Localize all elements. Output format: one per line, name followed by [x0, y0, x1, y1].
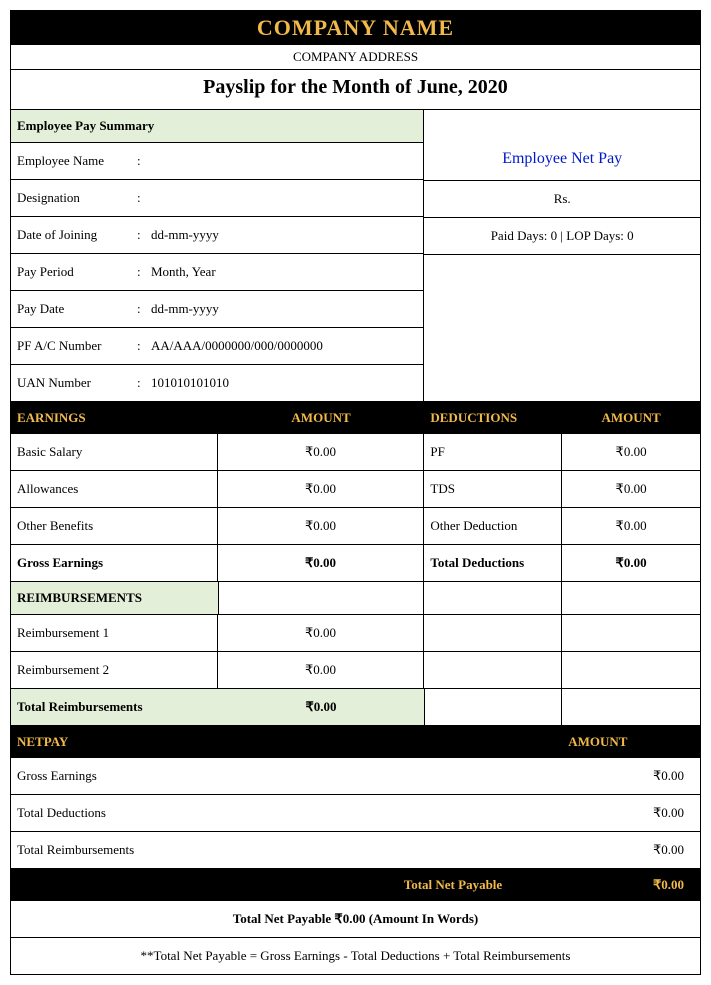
amt-pf-ded: ₹0.00 [562, 434, 700, 470]
header-earnings-amount: AMOUNT [218, 402, 425, 434]
label-other-ded: Other Deduction [424, 508, 562, 544]
amt-other-ded: ₹0.00 [562, 508, 700, 544]
amt-total-ded: ₹0.00 [562, 545, 700, 581]
row-pf: PF A/C Number : AA/AAA/0000000/000/00000… [11, 328, 423, 365]
spacer [424, 255, 700, 401]
row-reimb2: Reimbursement 2 ₹0.00 [11, 652, 700, 689]
label-employee-name: Employee Name [17, 153, 137, 169]
np-label-gross: Gross Earnings [11, 758, 562, 794]
header-netpay: NETPAY [11, 726, 562, 758]
amt-gross: ₹0.00 [218, 545, 425, 581]
row-other: Other Benefits ₹0.00 Other Deduction ₹0.… [11, 508, 700, 545]
row-reimb1: Reimbursement 1 ₹0.00 [11, 615, 700, 652]
header-reimb: REIMBURSEMENTS [11, 582, 218, 614]
row-uan: UAN Number : 101010101010 [11, 365, 423, 401]
label-tds: TDS [424, 471, 562, 507]
label-paydate: Pay Date [17, 301, 137, 317]
label-reimb1: Reimbursement 1 [11, 615, 218, 651]
label-reimb2: Reimbursement 2 [11, 652, 218, 688]
np-row-gross: Gross Earnings ₹0.00 [11, 758, 700, 795]
amt-basic: ₹0.00 [218, 434, 425, 470]
company-address: COMPANY ADDRESS [11, 45, 700, 70]
formula: **Total Net Payable = Gross Earnings - T… [11, 938, 700, 974]
value-doj: dd-mm-yyyy [151, 227, 219, 243]
label-designation: Designation [17, 190, 137, 206]
row-period: Pay Period : Month, Year [11, 254, 423, 291]
label-allow: Allowances [11, 471, 218, 507]
row-allow-tds: Allowances ₹0.00 TDS ₹0.00 [11, 471, 700, 508]
header-deductions-amount: AMOUNT [562, 402, 700, 434]
amt-reimb2: ₹0.00 [218, 652, 425, 688]
label-basic: Basic Salary [11, 434, 218, 470]
payslip-title: Payslip for the Month of June, 2020 [11, 70, 700, 110]
value-uan: 101010101010 [151, 375, 229, 391]
netpay-amount: Rs. [424, 181, 700, 218]
amt-tds: ₹0.00 [562, 471, 700, 507]
label-total-ded: Total Deductions [424, 545, 562, 581]
row-basic-pf: Basic Salary ₹0.00 PF ₹0.00 [11, 434, 700, 471]
amt-reimb-total: ₹0.00 [218, 689, 425, 725]
netpay-title: Employee Net Pay [424, 110, 700, 181]
row-gross-total: Gross Earnings ₹0.00 Total Deductions ₹0… [11, 545, 700, 582]
header-netpay-amount: AMOUNT [562, 726, 700, 758]
earnings-deductions-header: EARNINGS AMOUNT DEDUCTIONS AMOUNT [11, 402, 700, 434]
label-other-earn: Other Benefits [11, 508, 218, 544]
reimbursements-header: REIMBURSEMENTS [11, 582, 700, 615]
netpay-days: Paid Days: 0 | LOP Days: 0 [424, 218, 700, 255]
total-net-row: Total Net Payable ₹0.00 [11, 869, 700, 901]
amt-reimb1: ₹0.00 [218, 615, 425, 651]
total-net-label: Total Net Payable [11, 869, 562, 901]
employee-info: Employee Pay Summary Employee Name : Des… [11, 110, 424, 401]
top-section: Employee Pay Summary Employee Name : Des… [11, 110, 700, 402]
row-doj: Date of Joining : dd-mm-yyyy [11, 217, 423, 254]
payslip-container: COMPANY NAME COMPANY ADDRESS Payslip for… [10, 10, 701, 975]
np-amt-reimb: ₹0.00 [562, 832, 700, 868]
label-doj: Date of Joining [17, 227, 137, 243]
company-name: COMPANY NAME [11, 11, 700, 45]
np-row-reimb: Total Reimbursements ₹0.00 [11, 832, 700, 869]
np-label-ded: Total Deductions [11, 795, 562, 831]
amount-in-words: Total Net Payable ₹0.00 (Amount In Words… [11, 901, 700, 938]
row-reimb-total: Total Reimbursements ₹0.00 [11, 689, 700, 726]
np-amt-gross: ₹0.00 [562, 758, 700, 794]
header-deductions: DEDUCTIONS [424, 402, 562, 434]
value-pf: AA/AAA/0000000/000/0000000 [151, 338, 323, 354]
amt-other-earn: ₹0.00 [218, 508, 425, 544]
row-designation: Designation : [11, 180, 423, 217]
amt-allow: ₹0.00 [218, 471, 425, 507]
label-period: Pay Period [17, 264, 137, 280]
np-label-reimb: Total Reimbursements [11, 832, 562, 868]
label-gross: Gross Earnings [11, 545, 218, 581]
header-earnings: EARNINGS [11, 402, 218, 434]
label-uan: UAN Number [17, 375, 137, 391]
np-amt-ded: ₹0.00 [562, 795, 700, 831]
value-paydate: dd-mm-yyyy [151, 301, 219, 317]
label-pf: PF A/C Number [17, 338, 137, 354]
np-row-ded: Total Deductions ₹0.00 [11, 795, 700, 832]
netpay-header: NETPAY AMOUNT [11, 726, 700, 758]
value-period: Month, Year [151, 264, 216, 280]
total-net-amt: ₹0.00 [562, 869, 700, 901]
row-employee-name: Employee Name : [11, 143, 423, 180]
summary-heading: Employee Pay Summary [11, 110, 423, 143]
label-pf-ded: PF [424, 434, 562, 470]
label-reimb-total: Total Reimbursements [11, 689, 218, 725]
netpay-side: Employee Net Pay Rs. Paid Days: 0 | LOP … [424, 110, 700, 401]
row-paydate: Pay Date : dd-mm-yyyy [11, 291, 423, 328]
